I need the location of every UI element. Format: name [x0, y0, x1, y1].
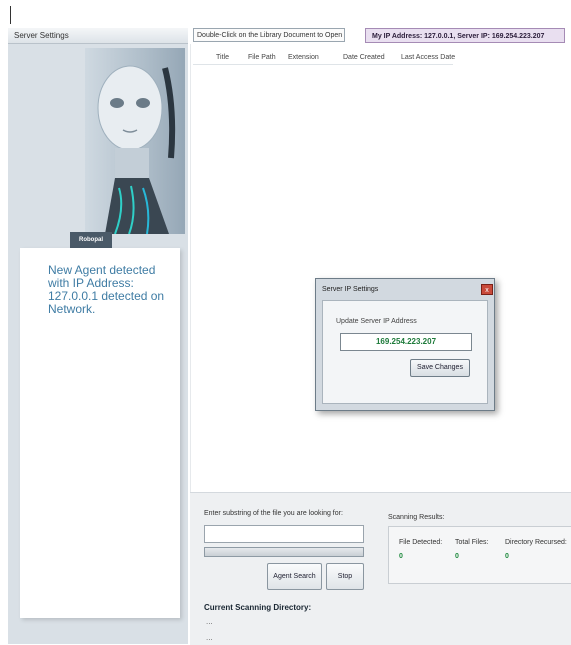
total-files-value: 0 [455, 553, 459, 560]
agent-search-button[interactable]: Agent Search [267, 563, 322, 590]
column-date-created[interactable]: Date Created [343, 54, 385, 61]
file-table-header: Title File Path Extension Date Created L… [193, 44, 455, 65]
total-files-header: Total Files: [455, 539, 489, 546]
ip-status-bar: My IP Address: 127.0.0.1, Server IP: 169… [365, 28, 565, 43]
directory-recursed-value: 0 [505, 553, 509, 560]
dialog-title: Server IP Settings [322, 286, 379, 293]
files-detected-value: 0 [399, 553, 403, 560]
library-hint: Double-Click on the Library Document to … [193, 28, 345, 42]
close-icon[interactable]: x [481, 284, 493, 295]
scanning-results-label: Scanning Results: [388, 514, 445, 521]
column-title[interactable]: Title [216, 54, 229, 61]
current-directory-label: Current Scanning Directory: [204, 603, 312, 612]
files-detected-header: File Detected: [399, 539, 443, 546]
directory-recursed-header: Directory Recursed: [505, 539, 567, 546]
server-ip-field[interactable]: 169.254.223.207 [340, 333, 472, 351]
robot-illustration [97, 65, 176, 234]
column-last-access-date[interactable]: Last Access Date [401, 54, 455, 61]
server-settings-tab[interactable]: Server Settings [8, 28, 188, 44]
search-label: Enter substring of the file you are look… [204, 510, 343, 517]
search-input[interactable] [204, 525, 364, 543]
dialog-body [322, 300, 488, 404]
column-extension[interactable]: Extension [288, 54, 319, 61]
current-directory-value: ... [206, 617, 213, 626]
column-file-path[interactable]: File Path [248, 54, 276, 61]
scanning-results-box: File Detected: Total Files: Directory Re… [388, 526, 571, 584]
text-cursor [10, 6, 11, 24]
scan-progress-bar [204, 547, 364, 557]
robot-badge: Robopal [70, 232, 112, 248]
save-changes-button[interactable]: Save Changes [410, 359, 470, 377]
agent-portrait [85, 48, 185, 234]
dialog-field-label: Update Server IP Address [336, 318, 417, 325]
stop-button[interactable]: Stop [326, 563, 364, 590]
agent-notice-text: New Agent detected with IP Address: 127.… [48, 263, 165, 316]
current-directory-value-2: ... [206, 633, 213, 642]
